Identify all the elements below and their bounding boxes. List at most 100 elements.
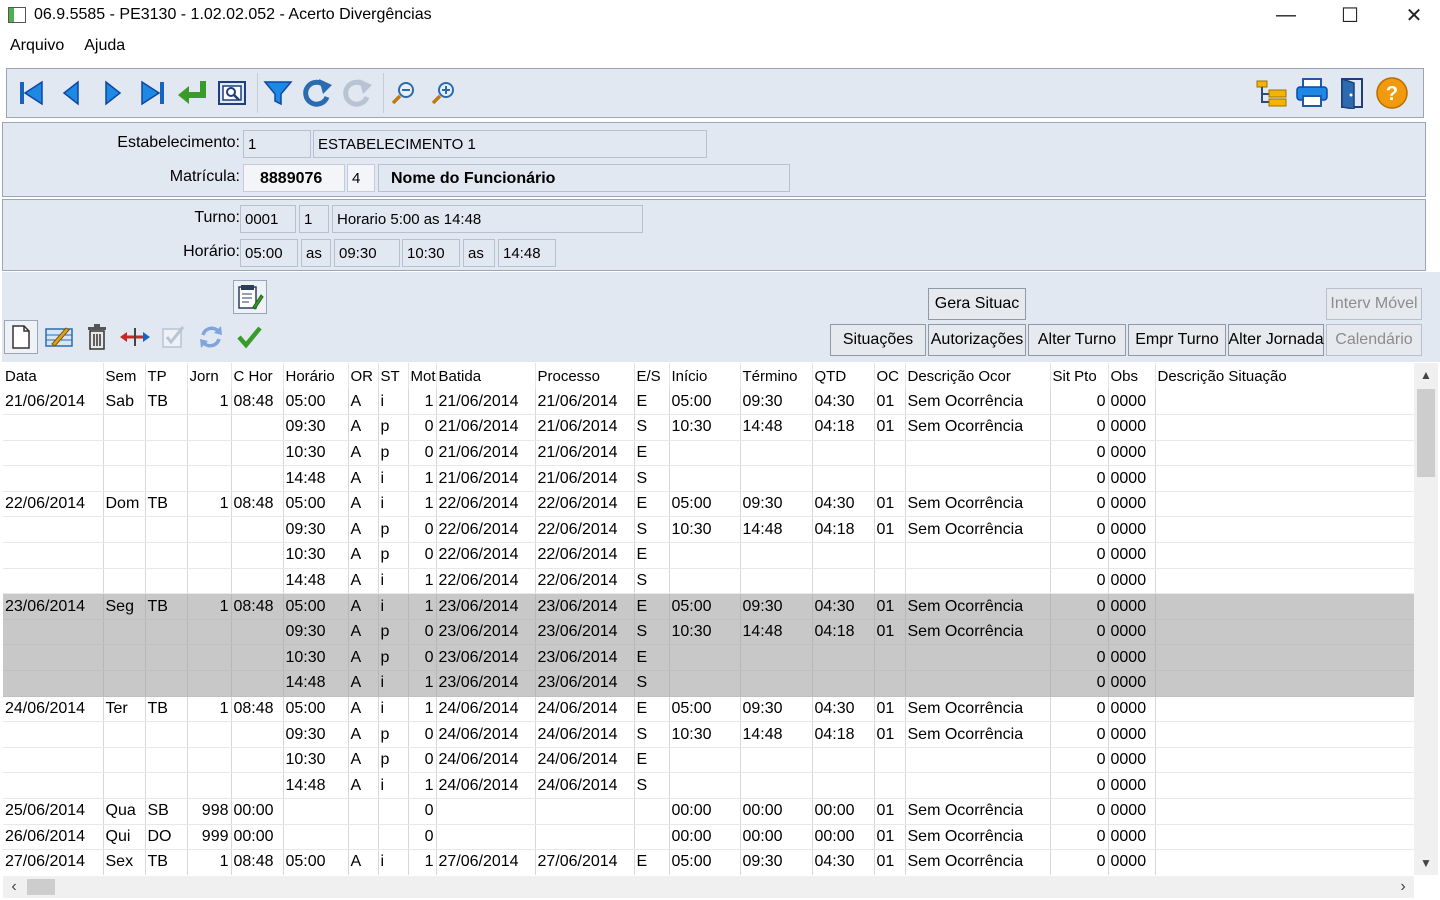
table-cell[interactable]: TB: [145, 593, 188, 620]
table-cell[interactable]: p: [378, 619, 409, 646]
table-cell[interactable]: 01: [874, 491, 906, 518]
table-cell[interactable]: [231, 516, 284, 544]
table-cell[interactable]: [1155, 747, 1415, 774]
table-cell[interactable]: 0: [1050, 440, 1109, 467]
table-cell[interactable]: [874, 465, 906, 492]
table-cell[interactable]: 10:30: [669, 414, 741, 441]
horizontal-scroll-thumb[interactable]: [27, 879, 55, 895]
table-cell[interactable]: 24/06/2014: [436, 772, 536, 799]
table-cell[interactable]: 21/06/2014: [436, 440, 536, 467]
table-cell[interactable]: [740, 644, 813, 672]
table-cell[interactable]: TB: [145, 491, 188, 518]
table-cell[interactable]: [187, 440, 232, 467]
table-cell[interactable]: Sab: [103, 389, 146, 416]
table-cell[interactable]: 27/06/2014: [535, 849, 635, 875]
column-header[interactable]: C Hor: [231, 363, 284, 389]
table-row[interactable]: 26/06/2014 Qui DO 999 00:00 0 00:00 00:00 00:00 0…: [3, 824, 1415, 851]
table-cell[interactable]: 24/06/2014: [436, 696, 536, 723]
table-cell[interactable]: [1155, 440, 1415, 467]
table-cell[interactable]: A: [348, 389, 379, 416]
table-cell[interactable]: [874, 670, 906, 697]
table-cell[interactable]: 00:00: [740, 798, 813, 825]
table-cell[interactable]: 1: [187, 696, 232, 723]
table-cell[interactable]: 1: [408, 772, 437, 799]
table-cell[interactable]: A: [348, 440, 379, 467]
table-cell[interactable]: i: [378, 849, 409, 875]
table-cell[interactable]: [812, 644, 875, 672]
table-cell[interactable]: 09:30: [283, 516, 349, 544]
column-header[interactable]: QTD: [812, 363, 875, 389]
table-cell[interactable]: [103, 772, 146, 799]
table-cell[interactable]: 24/06/2014: [535, 721, 635, 748]
table-cell[interactable]: [1155, 491, 1415, 518]
column-header[interactable]: E/S: [634, 363, 670, 389]
column-header[interactable]: Batida: [436, 363, 536, 389]
table-cell[interactable]: [378, 798, 409, 825]
table-cell[interactable]: [145, 772, 188, 799]
table-cell[interactable]: 05:00: [669, 491, 741, 518]
table-cell[interactable]: 0000: [1108, 619, 1156, 646]
table-cell[interactable]: 23/06/2014: [436, 670, 536, 697]
last-record-button[interactable]: [133, 73, 171, 113]
alter-jornada-button[interactable]: Alter Jornada: [1228, 324, 1324, 356]
table-cell[interactable]: 00:00: [231, 798, 284, 825]
table-cell[interactable]: 22/06/2014: [535, 491, 635, 518]
table-cell[interactable]: 0000: [1108, 824, 1156, 851]
table-cell[interactable]: 0000: [1108, 670, 1156, 697]
table-cell[interactable]: [812, 568, 875, 595]
table-cell[interactable]: A: [348, 542, 379, 569]
calendario-button[interactable]: Calendário: [1326, 324, 1422, 356]
table-cell[interactable]: 0: [1050, 747, 1109, 774]
table-cell[interactable]: 0000: [1108, 593, 1156, 620]
table-cell[interactable]: [740, 568, 813, 595]
table-cell[interactable]: [436, 798, 536, 825]
table-cell[interactable]: S: [634, 516, 670, 544]
table-cell[interactable]: 01: [874, 414, 906, 441]
table-cell[interactable]: 1: [408, 670, 437, 697]
table-cell[interactable]: [1155, 696, 1415, 723]
table-cell[interactable]: 0000: [1108, 414, 1156, 441]
table-cell[interactable]: [905, 542, 1051, 569]
table-cell[interactable]: E: [634, 440, 670, 467]
table-cell[interactable]: 00:00: [812, 824, 875, 851]
table-cell[interactable]: 10:30: [669, 516, 741, 544]
table-cell[interactable]: p: [378, 516, 409, 544]
table-cell[interactable]: [231, 721, 284, 748]
table-cell[interactable]: [669, 440, 741, 467]
table-cell[interactable]: [145, 568, 188, 595]
table-cell[interactable]: [103, 644, 146, 672]
scroll-right-icon[interactable]: ›: [1392, 876, 1414, 898]
table-cell[interactable]: 1: [187, 593, 232, 620]
table-cell[interactable]: 999: [187, 824, 232, 851]
table-cell[interactable]: [3, 465, 104, 492]
table-cell[interactable]: TB: [145, 389, 188, 416]
table-cell[interactable]: Seg: [103, 593, 146, 620]
table-cell[interactable]: 0: [408, 414, 437, 441]
table-cell[interactable]: Sem Ocorrência: [905, 491, 1051, 518]
table-cell[interactable]: 0000: [1108, 542, 1156, 569]
filter-button[interactable]: [259, 73, 297, 113]
table-cell[interactable]: E: [634, 644, 670, 672]
table-cell[interactable]: 04:18: [812, 721, 875, 748]
table-row[interactable]: 27/06/2014 Sex TB 1 08:48 05:00 Ai 1 27/06/2014 2…: [3, 849, 1415, 875]
table-cell[interactable]: i: [378, 696, 409, 723]
table-cell[interactable]: [1155, 414, 1415, 441]
table-cell[interactable]: 01: [874, 849, 906, 875]
table-cell[interactable]: [874, 542, 906, 569]
table-cell[interactable]: 21/06/2014: [535, 465, 635, 492]
table-cell[interactable]: 0: [1050, 824, 1109, 851]
table-cell[interactable]: E: [634, 389, 670, 416]
return-button[interactable]: [173, 73, 211, 113]
table-cell[interactable]: 05:00: [283, 696, 349, 723]
table-cell[interactable]: [187, 568, 232, 595]
table-cell[interactable]: 10:30: [669, 721, 741, 748]
column-header[interactable]: Processo: [535, 363, 635, 389]
table-row[interactable]: 14:48 Ai 1 22/06/2014 22/06/2014 S 0 0000: [3, 568, 1415, 595]
table-cell[interactable]: 05:00: [283, 389, 349, 416]
table-cell[interactable]: 04:30: [812, 849, 875, 875]
table-cell[interactable]: 22/06/2014: [535, 542, 635, 569]
table-cell[interactable]: [535, 798, 635, 825]
table-cell[interactable]: 26/06/2014: [3, 824, 104, 851]
table-cell[interactable]: [874, 644, 906, 672]
zoom-in-button[interactable]: [425, 73, 463, 113]
